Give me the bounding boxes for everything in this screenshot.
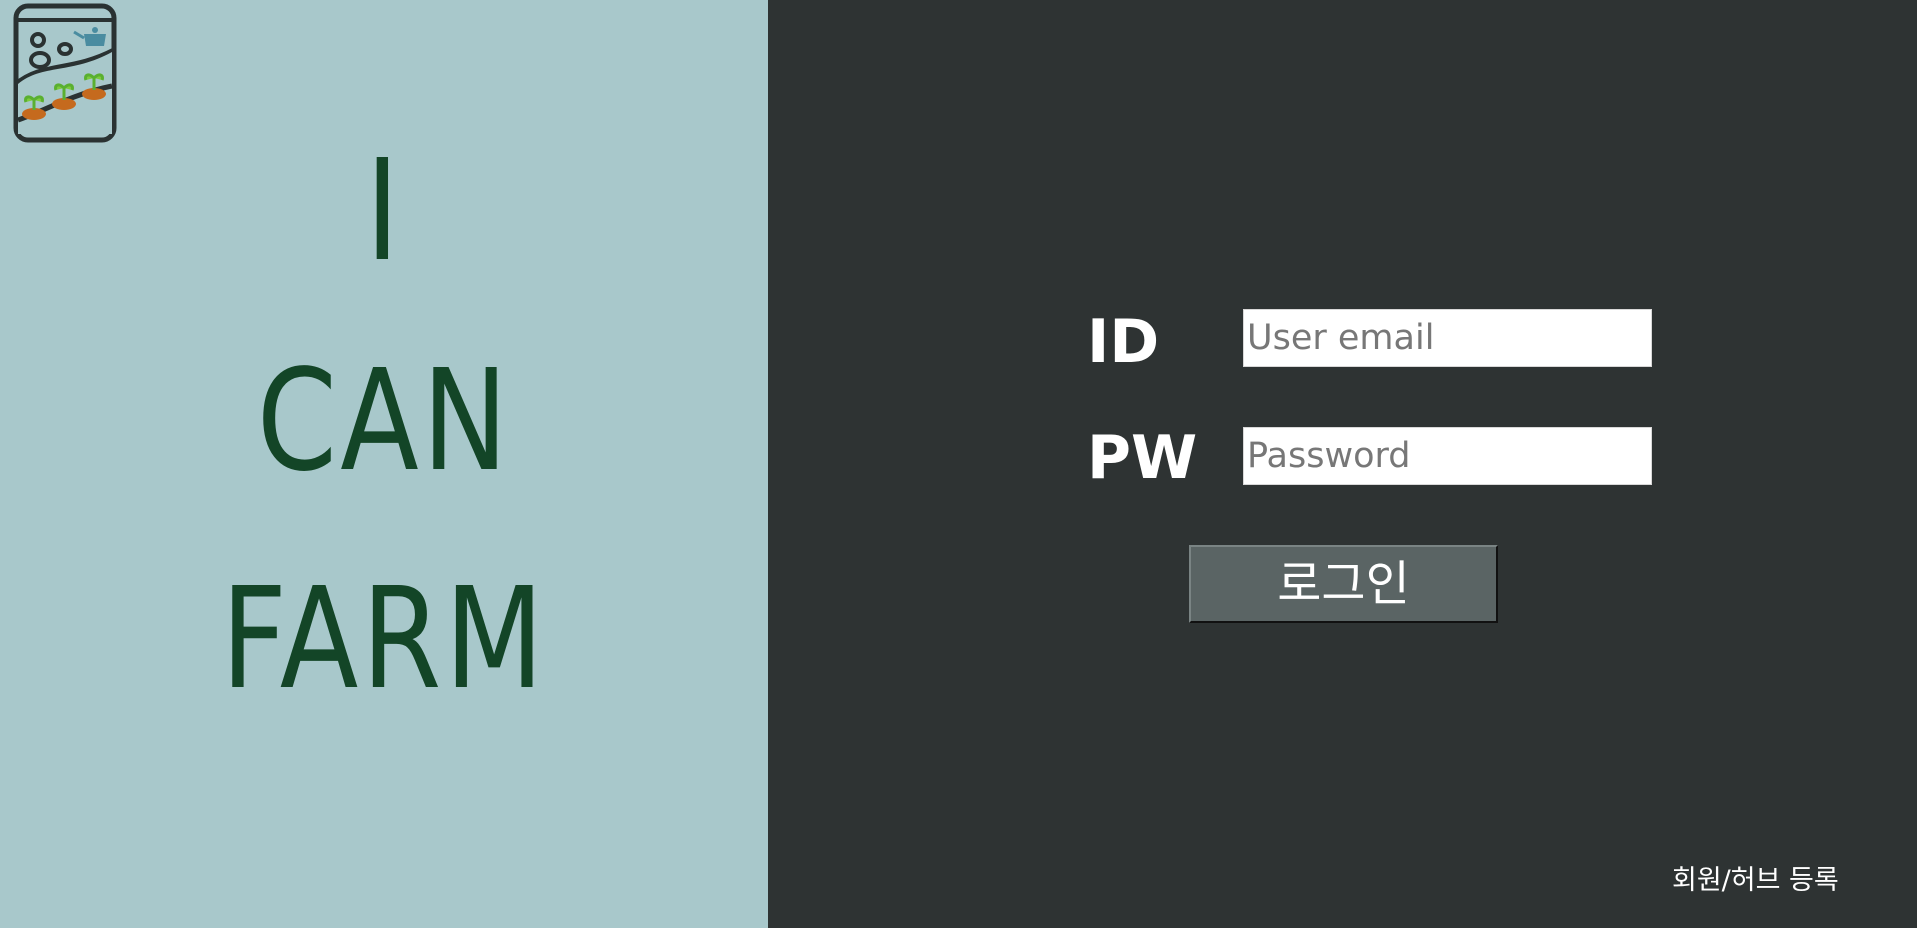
brand-word-can: CAN [256, 340, 512, 503]
brand-word-farm: FARM [221, 558, 547, 721]
brand-word-i: I [365, 130, 403, 293]
pw-label: PW [1087, 423, 1198, 493]
seed-jar-logo-icon [13, 3, 117, 143]
id-label: ID [1087, 307, 1160, 377]
password-input[interactable] [1243, 427, 1652, 485]
email-input[interactable] [1243, 309, 1652, 367]
login-button[interactable]: 로그인 [1189, 545, 1498, 623]
register-link[interactable]: 회원/허브 등록 [1672, 858, 1839, 897]
brand-panel: I CAN FARM [0, 0, 768, 928]
